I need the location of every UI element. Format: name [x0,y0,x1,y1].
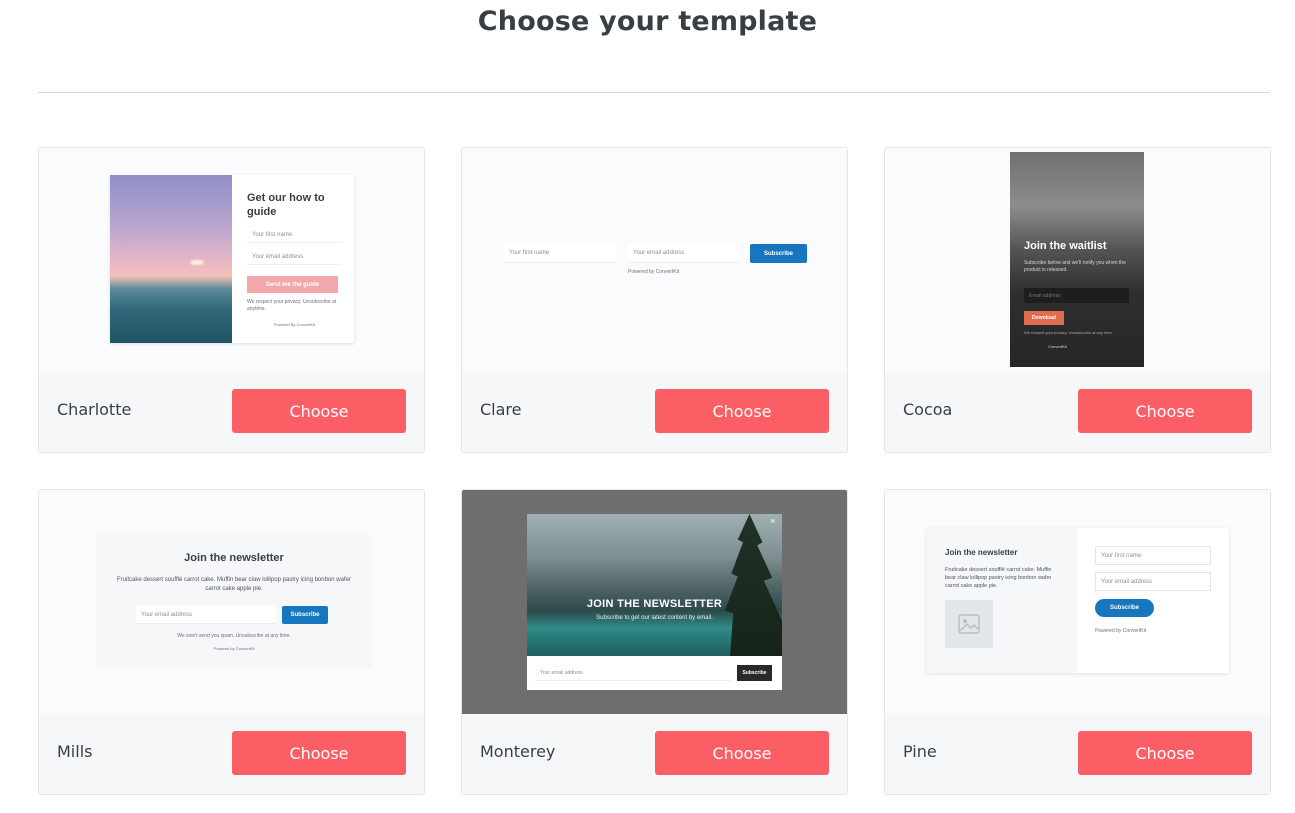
template-card-clare[interactable]: Your first name Your email address Subsc… [461,147,848,453]
template-name: Cocoa [903,400,953,419]
template-preview: × JOIN THE NEWSLETTER Subscribe to get o… [462,490,847,714]
form-body: Fruitcake dessert soufflé carrot cake. M… [117,577,351,592]
email-field: Your email address [136,606,276,624]
choose-button[interactable]: Choose [232,389,406,433]
email-field: Your email address [247,249,342,265]
privacy-text: We won't send you spam. Unsubscribe at a… [177,633,291,639]
card-footer: Clare Choose [462,372,847,452]
template-card-mills[interactable]: Join the newsletter Fruitcake dessert so… [38,489,425,795]
template-card-charlotte[interactable]: Get our how to guide Your first name You… [38,147,425,453]
template-name: Charlotte [57,400,132,419]
email-field: Your email address [535,665,731,681]
choose-button[interactable]: Choose [232,731,406,775]
privacy-text: We respect your privacy. Unsubscribe at … [247,299,337,312]
form-preview: Join the waitlist Subscribe below and we… [1010,152,1144,367]
subscribe-button: Subscribe [282,606,328,624]
download-button: Download [1024,311,1064,325]
template-preview: Get our how to guide Your first name You… [39,148,424,372]
card-footer: Cocoa Choose [885,372,1270,452]
template-name: Mills [57,742,93,761]
choose-button[interactable]: Choose [655,731,829,775]
form-subtitle: Subscribe below and we'll notify you whe… [1024,260,1126,273]
template-name: Monterey [480,742,556,761]
image-placeholder-icon [945,600,993,648]
template-preview: Join the newsletter Fruitcake dessert so… [39,490,424,714]
choose-button[interactable]: Choose [1078,389,1252,433]
subscribe-button: Subscribe [737,665,772,681]
form-body: Fruitcake dessert soufflé carrot cake. M… [945,567,1052,589]
page-title: Choose your template [477,6,818,37]
first-name-field: Your first name [247,227,342,243]
first-name-field: Your first name [1095,546,1211,565]
choose-button[interactable]: Choose [1078,731,1252,775]
form-left-panel: Join the newsletter Fruitcake dessert so… [927,528,1077,673]
form-title: Get our how to guide [247,192,325,218]
send-guide-button: Send me the guide [247,276,338,293]
template-card-cocoa[interactable]: Join the waitlist Subscribe below and we… [884,147,1271,453]
choose-button[interactable]: Choose [655,389,829,433]
powered-by: Powered by ConvertKit [213,646,255,651]
ocean-image [110,175,232,343]
subscribe-button: Subscribe [1095,599,1154,617]
close-icon: × [770,516,776,526]
form-subtitle: Subscribe to get our latest content by e… [596,615,713,621]
template-preview: Your first name Your email address Subsc… [462,148,847,372]
email-field: Email address [1024,288,1129,303]
form-preview: × JOIN THE NEWSLETTER Subscribe to get o… [527,514,782,690]
first-name-field: Your first name [504,244,616,263]
powered-by: ConvertKit [1048,344,1067,349]
powered-by: Powered by ConvertKit [1095,628,1147,634]
template-preview: Join the waitlist Subscribe below and we… [885,148,1270,372]
form-title: JOIN THE NEWSLETTER [586,598,723,610]
powered-by: Powered By ConvertKit [273,322,316,327]
privacy-text: We respect your privacy. Unsubscribe at … [1024,330,1113,335]
powered-by: Powered by ConvertKit [628,269,680,275]
template-card-pine[interactable]: Join the newsletter Fruitcake dessert so… [884,489,1271,795]
card-footer: Mills Choose [39,714,424,794]
form-title: Join the newsletter [184,552,284,564]
form-title: Join the newsletter [945,548,1018,557]
card-footer: Monterey Choose [462,714,847,794]
template-preview: Join the newsletter Fruitcake dessert so… [885,490,1270,714]
template-name: Clare [480,400,522,419]
header-divider [38,92,1270,93]
form-preview: Join the newsletter Fruitcake dessert so… [927,528,1229,673]
template-name: Pine [903,742,937,761]
card-footer: Charlotte Choose [39,372,424,452]
template-card-monterey[interactable]: × JOIN THE NEWSLETTER Subscribe to get o… [461,489,848,795]
card-footer: Pine Choose [885,714,1270,794]
form-title: Join the waitlist [1024,240,1107,252]
form-preview: Join the newsletter Fruitcake dessert so… [96,534,372,668]
email-field: Your email address [1095,572,1211,591]
email-field: Your email address [628,244,740,263]
subscribe-button: Subscribe [750,244,807,263]
form-preview: Get our how to guide Your first name You… [110,175,354,343]
